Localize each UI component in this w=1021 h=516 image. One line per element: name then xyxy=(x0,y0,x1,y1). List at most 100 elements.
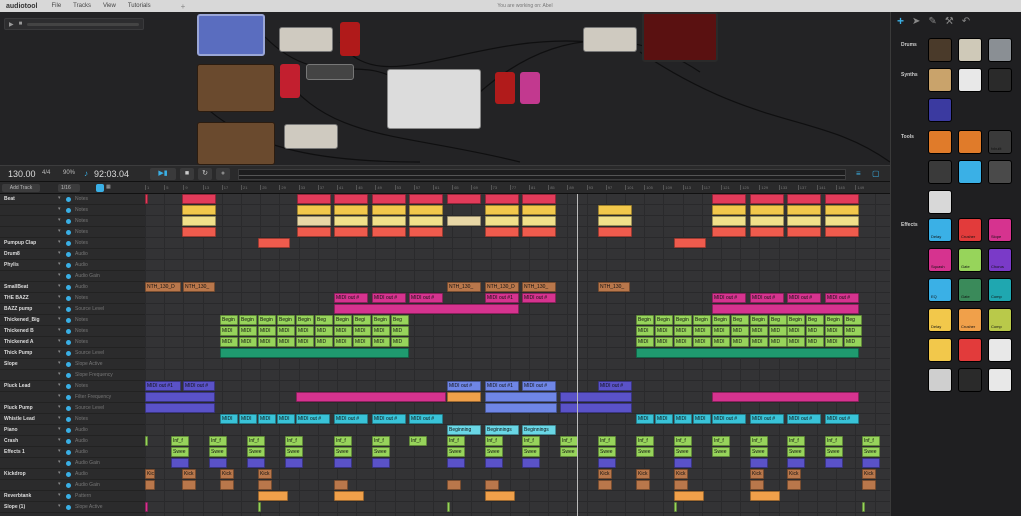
track-name[interactable]: Drum8 xyxy=(4,251,58,257)
clip[interactable]: MID xyxy=(315,337,333,347)
device-rack[interactable] xyxy=(642,12,718,62)
clip[interactable] xyxy=(297,216,331,226)
timeline-ruler[interactable]: 1 5 9 13 17 21 25 29 33 37 41 45 49 53 57 61 65 69 73 77 81 8… xyxy=(145,184,890,194)
folder-icon[interactable]: ▢ xyxy=(872,169,880,178)
track-menu-icon[interactable]: ▾ xyxy=(58,261,61,267)
clip[interactable] xyxy=(636,480,650,490)
position-display[interactable]: 92:03.04 xyxy=(94,169,129,179)
clip[interactable]: Inf_f xyxy=(598,436,616,446)
record-button[interactable]: ● xyxy=(216,168,230,180)
clip[interactable]: Beg xyxy=(769,315,787,325)
track-enable-toggle[interactable] xyxy=(66,395,71,400)
clip[interactable]: MIDI xyxy=(655,337,673,347)
clip[interactable]: MIDI xyxy=(750,337,768,347)
clip[interactable]: Inf_f xyxy=(787,436,805,446)
track-header[interactable]: ▾ Notes xyxy=(0,227,145,238)
track-header[interactable]: ▾ Notes xyxy=(0,205,145,216)
track-menu-icon[interactable]: ▾ xyxy=(58,316,61,322)
track-menu-icon[interactable]: ▾ xyxy=(58,481,61,487)
clip[interactable]: MIDI out # xyxy=(750,293,784,303)
track-name[interactable]: Kickdrop xyxy=(4,471,58,477)
clip[interactable] xyxy=(750,480,764,490)
track-header[interactable]: ▾ Notes xyxy=(0,216,145,227)
clip[interactable] xyxy=(182,480,196,490)
clip[interactable]: MIDI out # xyxy=(598,381,632,391)
clip[interactable]: Inf_f xyxy=(560,436,578,446)
track-enable-toggle[interactable] xyxy=(66,450,71,455)
clip[interactable]: Swee xyxy=(247,447,265,457)
track-menu-icon[interactable]: ▾ xyxy=(58,338,61,344)
clip[interactable]: MIDI xyxy=(296,326,314,336)
clip[interactable] xyxy=(297,205,331,215)
clip[interactable] xyxy=(674,238,706,248)
clip[interactable] xyxy=(598,227,632,237)
track-menu-icon[interactable]: ▾ xyxy=(58,470,61,476)
clip[interactable]: Beginnings xyxy=(522,425,556,435)
clip[interactable]: Beginnings xyxy=(485,425,519,435)
device-tile[interactable]: fxbuilt xyxy=(988,130,1012,154)
clip[interactable] xyxy=(750,216,784,226)
track-header[interactable]: Pumpup Clap ▾ Notes xyxy=(0,238,145,249)
clip[interactable]: Begin xyxy=(750,315,768,325)
clip[interactable] xyxy=(485,392,557,402)
track-enable-toggle[interactable] xyxy=(66,318,71,323)
track-enable-toggle[interactable] xyxy=(66,351,71,356)
clip[interactable] xyxy=(409,216,443,226)
track-menu-icon[interactable]: ▾ xyxy=(58,217,61,223)
clip[interactable]: Begin xyxy=(787,315,805,325)
clip[interactable]: Beg xyxy=(315,315,333,325)
clip[interactable]: MIDI xyxy=(636,326,654,336)
clip[interactable]: MIDI xyxy=(636,414,654,424)
device-tile[interactable] xyxy=(928,68,952,92)
menu-tracks[interactable]: Tracks xyxy=(73,3,91,9)
clip[interactable]: MID xyxy=(806,337,824,347)
device-drum-machine-2[interactable] xyxy=(197,122,275,165)
device-tile[interactable]: Crusher xyxy=(958,218,982,242)
device-tile[interactable] xyxy=(928,338,952,362)
clip[interactable]: Inf_f xyxy=(750,436,768,446)
add-track-button[interactable]: Add Track xyxy=(2,184,40,192)
track-menu-icon[interactable]: ▾ xyxy=(58,239,61,245)
clip[interactable] xyxy=(862,502,865,512)
loop-button[interactable]: ↻ xyxy=(198,168,212,180)
track-enable-toggle[interactable] xyxy=(66,439,71,444)
clip[interactable]: MIDI out # xyxy=(334,414,368,424)
clip[interactable]: MIDI xyxy=(258,337,276,347)
clip[interactable] xyxy=(447,480,461,490)
clip[interactable] xyxy=(787,227,821,237)
clip[interactable]: MIDI out # xyxy=(409,293,443,303)
clip[interactable] xyxy=(182,205,216,215)
track-name[interactable]: Whistle Lead xyxy=(4,416,58,422)
clip[interactable] xyxy=(485,227,519,237)
device-tile[interactable]: Gate xyxy=(958,278,982,302)
clip[interactable]: MIDI xyxy=(693,326,711,336)
track-name[interactable]: Phylis xyxy=(4,262,58,268)
clip[interactable]: MIDI xyxy=(220,414,238,424)
device-eq[interactable] xyxy=(279,27,333,52)
device-tile[interactable]: Gate xyxy=(958,248,982,272)
clip[interactable]: MIDI out # xyxy=(334,293,368,303)
clip[interactable]: MIDI out # xyxy=(447,381,481,391)
clip[interactable]: Begin xyxy=(674,315,692,325)
clip[interactable]: Swee xyxy=(825,447,843,457)
track-header[interactable]: Beat ▾ Notes xyxy=(0,194,145,205)
clip[interactable] xyxy=(787,216,821,226)
track-name[interactable]: Pluck Lead xyxy=(4,383,58,389)
device-tile[interactable]: Chorus xyxy=(988,248,1012,272)
clip[interactable] xyxy=(560,392,632,402)
track-menu-icon[interactable]: ▾ xyxy=(58,448,61,454)
track-header[interactable]: Drum8 ▾ Audio xyxy=(0,249,145,260)
clip[interactable]: Swee xyxy=(522,447,540,457)
clip[interactable]: MIDI out # xyxy=(522,293,556,303)
device-tile[interactable]: Comp xyxy=(988,308,1012,332)
clip[interactable]: MIDI out # xyxy=(372,293,406,303)
track-header[interactable]: Thick Pump ▾ Source Level xyxy=(0,348,145,359)
clip[interactable]: Begin xyxy=(655,315,673,325)
clip[interactable] xyxy=(372,216,406,226)
clip[interactable] xyxy=(372,227,406,237)
clip[interactable]: Kick xyxy=(145,469,155,479)
clip[interactable]: Inf_f xyxy=(825,436,843,446)
track-menu-icon[interactable]: ▾ xyxy=(58,393,61,399)
device-eq-2[interactable] xyxy=(284,124,338,149)
track-header[interactable]: Thickened B ▾ Notes xyxy=(0,326,145,337)
